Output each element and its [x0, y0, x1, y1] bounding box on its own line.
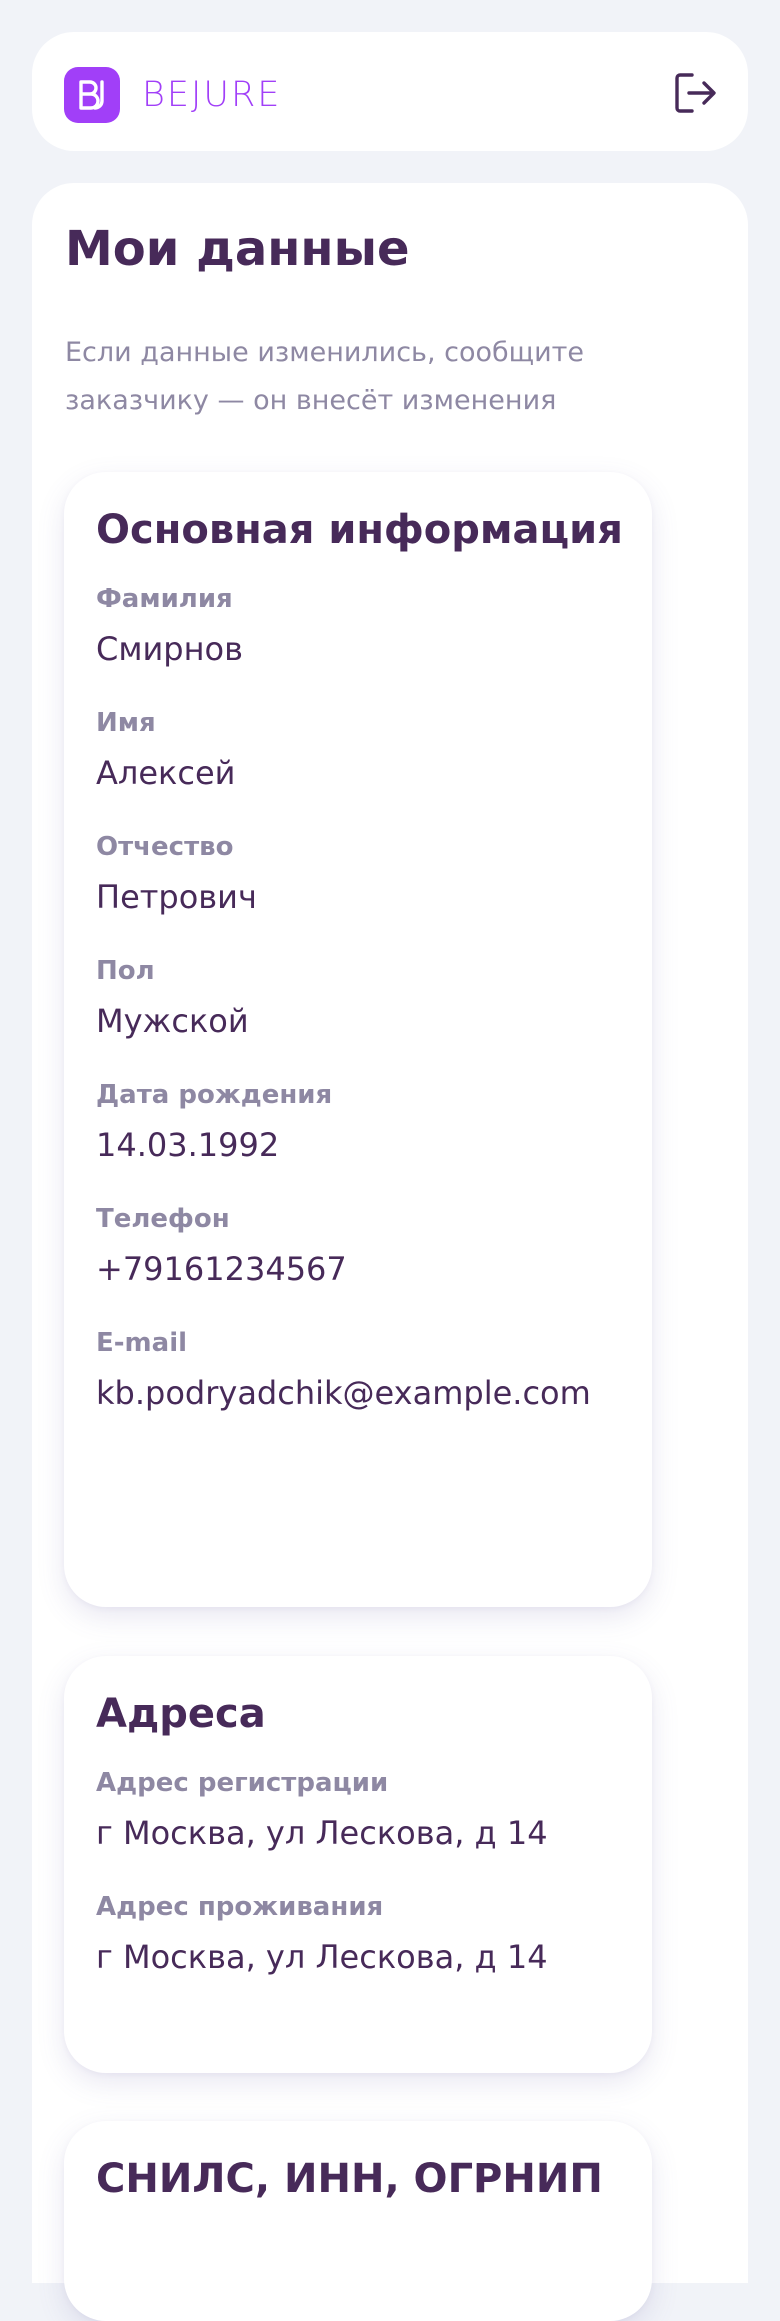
card-title: СНИЛС, ИНН, ОГРНИП	[96, 2156, 603, 2202]
field-label: Имя	[96, 708, 156, 738]
field-value: Мужской	[96, 1002, 249, 1040]
field-label: Отчество	[96, 832, 234, 862]
field-label: Адрес регистрации	[96, 1768, 389, 1798]
logout-button[interactable]	[672, 70, 718, 116]
field-label: Телефон	[96, 1204, 230, 1234]
page-title: Мои данные	[65, 221, 410, 277]
app-header: BEJURE	[32, 32, 748, 151]
logout-icon	[675, 73, 716, 113]
card-title: Основная информация	[96, 507, 623, 553]
field-label: Пол	[96, 956, 155, 986]
field-last-name: Фамилия Смирнов	[96, 582, 652, 670]
field-first-name: Имя Алексей	[96, 706, 652, 794]
field-registration-address: Адрес регистрации г Москва, ул Лескова, …	[96, 1766, 652, 1854]
field-value: Алексей	[96, 754, 236, 792]
field-value: г Москва, ул Лескова, д 14	[96, 1938, 548, 1976]
basic-info-card: Основная информация Фамилия Смирнов Имя …	[64, 472, 652, 1607]
field-label: Адрес проживания	[96, 1892, 384, 1922]
field-value: kb.podryadchik@example.com	[96, 1374, 591, 1412]
field-gender: Пол Мужской	[96, 954, 652, 1042]
field-label: Фамилия	[96, 584, 233, 614]
field-phone: Телефон +79161234567	[96, 1202, 652, 1290]
field-value: г Москва, ул Лескова, д 14	[96, 1814, 548, 1852]
ids-card: СНИЛС, ИНН, ОГРНИП	[64, 2121, 652, 2321]
profile-panel: Мои данные Если данные изменились, сообщ…	[32, 183, 748, 2321]
field-value: Смирнов	[96, 630, 243, 668]
field-residence-address: Адрес проживания г Москва, ул Лескова, д…	[96, 1890, 652, 1978]
page-subtitle: Если данные изменились, сообщите заказчи…	[65, 337, 584, 416]
field-email: E-mail kb.podryadchik@example.com	[96, 1326, 652, 1414]
field-patronymic: Отчество Петрович	[96, 830, 652, 918]
field-label: E-mail	[96, 1328, 188, 1358]
field-birth-date: Дата рождения 14.03.1992	[96, 1078, 652, 1166]
logo[interactable]: BEJURE	[64, 67, 281, 123]
bj-logo-icon	[64, 67, 120, 123]
addresses-card: Адреса Адрес регистрации г Москва, ул Ле…	[64, 1656, 652, 2073]
card-title: Адреса	[96, 1691, 266, 1737]
field-value: +79161234567	[96, 1250, 347, 1288]
logo-text: BEJURE	[142, 75, 282, 115]
field-label: Дата рождения	[96, 1080, 333, 1110]
field-value: Петрович	[96, 878, 257, 916]
field-value: 14.03.1992	[96, 1126, 280, 1164]
